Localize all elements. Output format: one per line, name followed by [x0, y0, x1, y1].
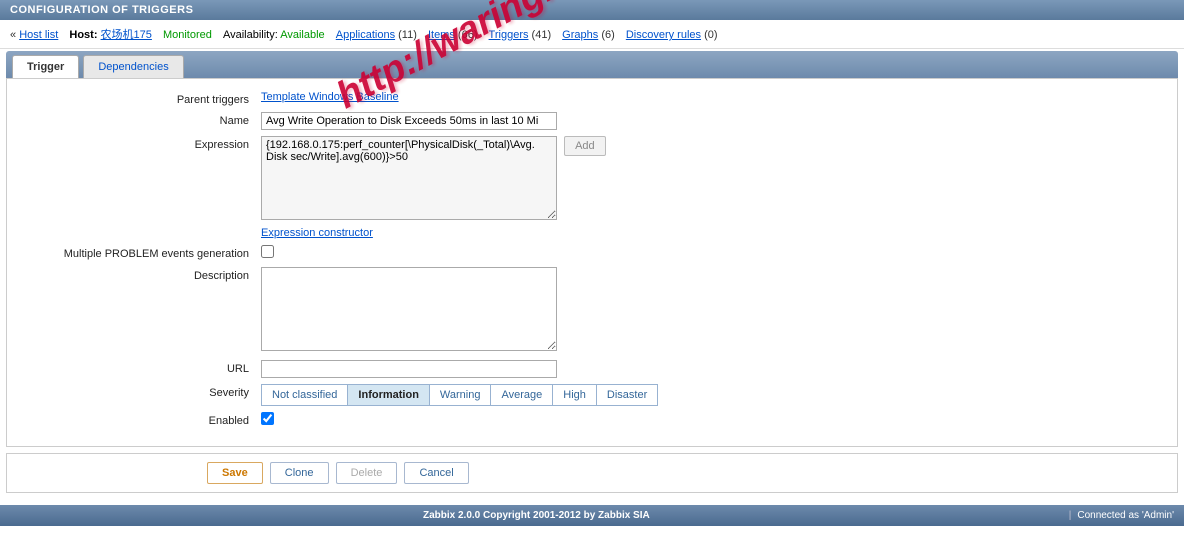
description-textarea[interactable]	[261, 267, 557, 351]
severity-information[interactable]: Information	[347, 384, 430, 406]
description-label: Description	[17, 267, 261, 282]
host-list-link[interactable]: Host list	[19, 29, 58, 41]
applications-count: (11)	[398, 29, 417, 41]
multiple-events-checkbox[interactable]	[261, 245, 274, 258]
host-label: Host:	[69, 29, 97, 41]
expression-label: Expression	[17, 136, 261, 151]
enabled-checkbox[interactable]	[261, 412, 274, 425]
applications-link[interactable]: Applications	[336, 29, 395, 41]
severity-warning[interactable]: Warning	[429, 384, 492, 406]
name-label: Name	[17, 112, 261, 127]
url-label: URL	[17, 360, 261, 375]
footer: Zabbix 2.0.0 Copyright 2001-2012 by Zabb…	[0, 505, 1184, 526]
multiple-events-label: Multiple PROBLEM events generation	[17, 245, 261, 260]
severity-disaster[interactable]: Disaster	[596, 384, 658, 406]
graphs-link[interactable]: Graphs	[562, 29, 598, 41]
monitored-status: Monitored	[163, 29, 212, 41]
save-button[interactable]: Save	[207, 462, 263, 484]
severity-group: Not classified Information Warning Avera…	[261, 384, 1167, 406]
availability-label: Availability:	[223, 29, 278, 41]
footer-copyright: Zabbix 2.0.0 Copyright 2001-2012 by Zabb…	[10, 510, 1063, 521]
tab-trigger[interactable]: Trigger	[12, 55, 79, 78]
action-bar: Save Clone Delete Cancel	[6, 453, 1178, 493]
name-input[interactable]	[261, 112, 557, 130]
triggers-count: (41)	[532, 29, 552, 41]
items-count: (66)	[458, 29, 478, 41]
add-expression-button[interactable]: Add	[564, 136, 606, 156]
footer-connected: Connected as 'Admin'	[1077, 510, 1174, 521]
severity-not-classified[interactable]: Not classified	[261, 384, 348, 406]
enabled-label: Enabled	[17, 412, 261, 427]
triggers-link[interactable]: Triggers	[489, 29, 529, 41]
discovery-count: (0)	[704, 29, 717, 41]
clone-button[interactable]: Clone	[270, 462, 329, 484]
severity-high[interactable]: High	[552, 384, 597, 406]
tab-dependencies[interactable]: Dependencies	[83, 55, 183, 78]
expression-constructor-link[interactable]: Expression constructor	[261, 227, 373, 239]
delete-button[interactable]: Delete	[336, 462, 398, 484]
availability-value: Available	[280, 29, 324, 41]
tab-bar: Trigger Dependencies	[6, 51, 1178, 78]
url-input[interactable]	[261, 360, 557, 378]
severity-average[interactable]: Average	[490, 384, 553, 406]
cancel-button[interactable]: Cancel	[404, 462, 468, 484]
parent-triggers-label: Parent triggers	[17, 91, 261, 106]
severity-label: Severity	[17, 384, 261, 399]
back-laquo: «	[10, 29, 16, 41]
expression-textarea[interactable]: {192.168.0.175:perf_counter[\PhysicalDis…	[261, 136, 557, 220]
host-nav-bar: « Host list Host: 农场机175 Monitored Avail…	[0, 20, 1184, 49]
trigger-form: Parent triggers Template Windows Baselin…	[6, 78, 1178, 447]
parent-triggers-link[interactable]: Template Windows Baseline	[261, 91, 399, 103]
discovery-link[interactable]: Discovery rules	[626, 29, 701, 41]
graphs-count: (6)	[601, 29, 614, 41]
host-name-link[interactable]: 农场机175	[101, 29, 152, 41]
items-link[interactable]: Items	[428, 29, 455, 41]
page-header: CONFIGURATION OF TRIGGERS	[0, 0, 1184, 20]
